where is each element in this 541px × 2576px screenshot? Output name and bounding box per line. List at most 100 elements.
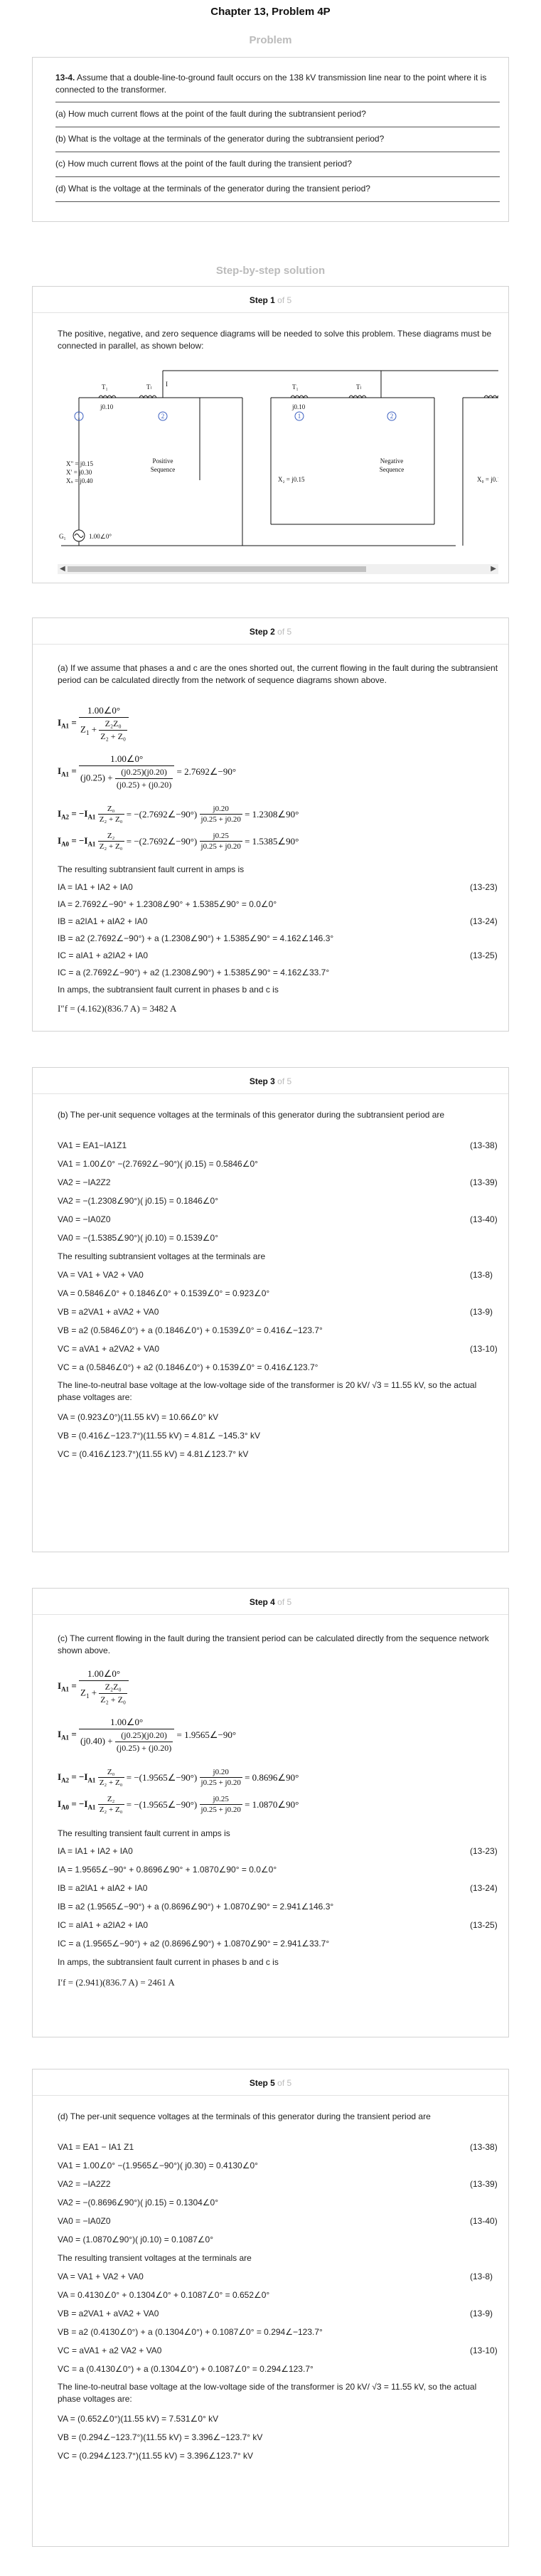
svg-text:T₁: T₁	[102, 383, 108, 391]
step-5-base-text: The line-to-neutral base voltage at the …	[58, 2382, 477, 2404]
formula-ia2: IA2 = −IA1 Z₀ Z₂ + Z₀ = −(2.7692∠−90°) j0…	[58, 805, 299, 824]
step-4-line-3: IB = a2IA1 + aIA2 + IA0	[58, 1883, 148, 1893]
svg-text:2: 2	[161, 413, 165, 420]
eq-ref: (13-39)	[470, 1177, 498, 1187]
divider	[33, 1614, 508, 1615]
svg-text:T₁: T₁	[292, 383, 299, 391]
step-4-line-1: IA = IA1 + IA2 + IA0	[58, 1846, 133, 1856]
step-3-final-va: VA = (0.923∠0°)(11.55 kV) = 10.66∠0° kV	[58, 1412, 219, 1422]
step-5-final-vb: VB = (0.294∠−123.7°)(11.55 kV) = 3.396∠−…	[58, 2432, 263, 2442]
step-1-text: The positive, negative, and zero sequenc…	[58, 329, 492, 351]
eq-ref: (13-25)	[470, 1920, 498, 1930]
circuit-diagram[interactable]: 1 2 1 2 T₁ j0.10 Tₗ I X" = j0.15 X′ = j0…	[58, 361, 498, 561]
step-4-final: I′f = (2.941)(836.7 A) = 2461 A	[58, 1977, 175, 1988]
question-a: (a) How much current flows at the point …	[55, 102, 500, 127]
step-2-line-4: IB = a2 (2.7692∠−90°) + a (1.2308∠90°) +…	[58, 933, 334, 943]
problem-statement-text: Assume that a double-line-to-ground faul…	[55, 73, 487, 95]
formula-ia2: IA2 = −IA1 Z₀ Z₂ + Z₀ = −(1.9565∠−90°) j0…	[58, 1768, 299, 1787]
formula-ia1-general: IA1 = 1.00∠0° Z1 + Z₂Z₀ Z₂ + Z₀	[58, 1668, 129, 1705]
svg-text:Negative: Negative	[380, 457, 403, 465]
step-4-line-6: IC = a (1.9565∠−90°) + a2 (0.8696∠90°) +…	[58, 1939, 330, 1949]
horizontal-scrollbar[interactable]: ◀ ▶	[58, 564, 498, 574]
step-2-line-6: IC = a (2.7692∠−90°) + a2 (1.2308∠90°) +…	[58, 968, 330, 977]
step-2-final: I″f = (4.162)(836.7 A) = 3482 A	[58, 1003, 177, 1014]
step-2-intro: (a) If we assume that phases a and c are…	[58, 663, 498, 685]
eq-ref: (13-25)	[470, 950, 498, 960]
step-2-line-1: IA = IA1 + IA2 + IA0	[58, 882, 133, 892]
step-1-card: Step 1 of 5 The positive, negative, and …	[32, 286, 509, 583]
divider	[33, 312, 508, 313]
eq-ref: (13-8)	[470, 1270, 493, 1280]
step-5-label: Step 5 of 5	[249, 2078, 292, 2088]
formula-ia0: IA0 = −IA1 Z₂ Z₂ + Z₀ = −(2.7692∠−90°) j0…	[58, 832, 299, 851]
step-3-line-5: VA0 = −IA0Z0	[58, 1214, 111, 1224]
scroll-right-arrow-icon[interactable]: ▶	[491, 565, 496, 573]
solution-heading: Step-by-step solution	[215, 265, 326, 277]
step-5-line-6: VA0 = (1.0870∠90°)( j0.10) = 0.1087∠0°	[58, 2235, 214, 2244]
svg-text:G₁: G₁	[59, 533, 66, 540]
divider	[33, 1093, 508, 1094]
positive-labels: T₁ j0.10 Tₗ I X" = j0.15 X′ = j0.30 Xₛ =…	[59, 381, 175, 540]
divider	[33, 2095, 508, 2096]
problem-card: 13-4. Assume that a double-line-to-groun…	[32, 57, 509, 222]
step-3-card: Step 3 of 5 (b) The per-unit sequence vo…	[32, 1067, 509, 1552]
svg-text:1: 1	[298, 413, 301, 420]
step-3-line-11: VB = a2 (0.5846∠0°) + a (0.1846∠0°) + 0.…	[58, 1325, 323, 1335]
eq-ref: (13-38)	[470, 1140, 498, 1150]
step-5-line-10: VB = a2VA1 + aVA2 + VA0	[58, 2309, 159, 2318]
scroll-left-arrow-icon[interactable]: ◀	[60, 565, 65, 573]
problem-number: 13-4.	[55, 73, 75, 83]
eq-ref: (13-23)	[470, 1846, 498, 1856]
step-5-line-8: VA = VA1 + VA2 + VA0	[58, 2272, 144, 2281]
positive-sequence-network	[61, 370, 498, 546]
step-3-base-text: The line-to-neutral base voltage at the …	[58, 1380, 477, 1402]
eq-ref: (13-24)	[470, 916, 498, 926]
step-2-line-3: IB = a2IA1 + aIA2 + IA0	[58, 916, 148, 926]
divider	[33, 644, 508, 645]
chapter-title: Chapter 13, Problem 4P	[210, 6, 331, 18]
svg-text:j0.10: j0.10	[100, 403, 114, 410]
step-3-line-10: VB = a2VA1 + aVA2 + VA0	[58, 1307, 159, 1317]
step-4-intro: (c) The current flowing in the fault dur…	[58, 1633, 489, 1655]
formula-ia0: IA0 = −IA1 Z₂ Z₂ + Z₀ = −(1.9565∠−90°) j0…	[58, 1795, 299, 1814]
scrollbar-thumb[interactable]	[68, 566, 366, 572]
step-2-line-5: IC = aIA1 + a2IA2 + IA0	[58, 950, 149, 960]
svg-text:1: 1	[77, 413, 81, 420]
svg-text:Sequence: Sequence	[380, 466, 404, 473]
svg-text:Tₗ: Tₗ	[356, 383, 361, 391]
negative-labels: T₁ j0.10 Tₗ X₂ = j0.15 Negative Sequence	[278, 383, 404, 483]
eq-ref: (13-10)	[470, 1344, 498, 1354]
svg-text:2: 2	[390, 413, 394, 420]
step-5-card: Step 5 of 5 (d) The per-unit sequence vo…	[32, 2069, 509, 2547]
step-1-label: Step 1 of 5	[249, 295, 292, 305]
question-d: (d) What is the voltage at the terminals…	[55, 176, 500, 202]
eq-ref: (13-8)	[470, 2272, 493, 2281]
svg-text:Xₛ = j0.40: Xₛ = j0.40	[66, 477, 93, 484]
step-3-line-12: VC = aVA1 + a2VA2 + VA0	[58, 1344, 160, 1354]
step-5-line-5: VA0 = −IA0Z0	[58, 2216, 111, 2226]
step-5-line-1: VA1 = EA1 − IA1 Z1	[58, 2142, 134, 2152]
step-3-final-vb: VB = (0.416∠−123.7°)(11.55 kV) = 4.81∠ −…	[58, 1431, 261, 1441]
eq-ref: (13-9)	[470, 2309, 493, 2318]
negative-sequence-network	[242, 371, 456, 546]
svg-text:X₂ = j0.15: X₂ = j0.15	[278, 476, 305, 483]
svg-text:X" = j0.15: X" = j0.15	[66, 460, 93, 467]
step-3-final-vc: VC = (0.416∠123.7°)(11.55 kV) = 4.81∠123…	[58, 1449, 249, 1459]
formula-ia1-general: IA1 = 1.00∠0° Z1 + Z₂Z₀ Z₂ + Z₀	[58, 705, 129, 742]
step-3-line-13: VC = a (0.5846∠0°) + a2 (0.1846∠0°) + 0.…	[58, 1362, 318, 1372]
eq-ref: (13-40)	[470, 1214, 498, 1224]
step-5-line-3: VA2 = −IA2Z2	[58, 2179, 111, 2189]
svg-text:X₀ = j0.1: X₀ = j0.1	[477, 476, 498, 483]
step-5-line-2: VA1 = 1.00∠0° −(1.9565∠−90°)( j0.30) = 0…	[58, 2161, 258, 2170]
step-5-line-4: VA2 = −(0.8696∠90°)( j0.15) = 0.1304∠0°	[58, 2198, 219, 2207]
step-3-line-7: The resulting subtransient voltages at t…	[58, 1251, 266, 1261]
eq-ref: (13-38)	[470, 2142, 498, 2152]
problem-heading: Problem	[249, 34, 292, 46]
svg-text:X′ = j0.30: X′ = j0.30	[66, 469, 92, 476]
step-4-line-4: IB = a2 (1.9565∠−90°) + a (0.8696∠90°) +…	[58, 1902, 334, 1912]
eq-ref: (13-10)	[470, 2346, 498, 2355]
step-2-label: Step 2 of 5	[249, 627, 292, 637]
step-5-line-7: The resulting transient voltages at the …	[58, 2253, 252, 2263]
step-3-line-2: VA1 = 1.00∠0° −(2.7692∠−90°)( j0.15) = 0…	[58, 1159, 258, 1169]
step-4-resulting-text: The resulting transient fault current in…	[58, 1828, 230, 1838]
